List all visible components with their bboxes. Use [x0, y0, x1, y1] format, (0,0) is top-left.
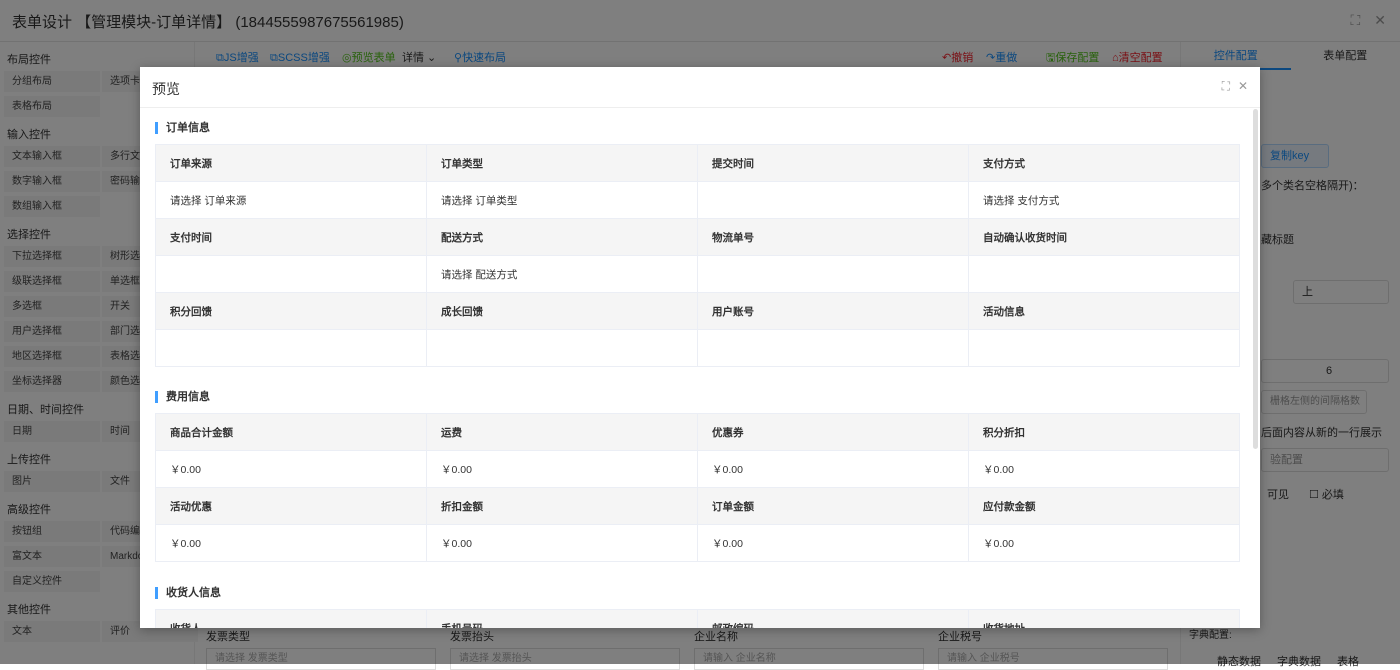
field-value[interactable]: [698, 256, 969, 293]
section-title: 费用信息: [155, 391, 210, 403]
field-label: 商品合计金额: [156, 414, 427, 451]
field-label: 订单类型: [427, 145, 698, 182]
field-label: 支付时间: [156, 219, 427, 256]
field-value[interactable]: [156, 256, 427, 293]
detail-table: 收货人手机号码邮政编码收货地址: [155, 609, 1240, 628]
field-value[interactable]: [698, 182, 969, 219]
field-value[interactable]: [698, 330, 969, 367]
field-value[interactable]: [427, 330, 698, 367]
field-value[interactable]: [969, 256, 1240, 293]
field-value[interactable]: ￥0.00: [427, 525, 698, 562]
field-label: 订单金额: [698, 488, 969, 525]
field-label: 折扣金额: [427, 488, 698, 525]
field-label: 自动确认收货时间: [969, 219, 1240, 256]
field-value[interactable]: 请选择 订单来源: [156, 182, 427, 219]
section-title: 订单信息: [155, 122, 210, 134]
scrollbar[interactable]: [1253, 109, 1258, 449]
dialog-body: 订单信息订单来源订单类型提交时间支付方式请选择 订单来源请选择 订单类型请选择 …: [140, 108, 1252, 628]
field-label: 收货地址: [969, 610, 1240, 629]
field-label: 活动优惠: [156, 488, 427, 525]
field-value[interactable]: 请选择 配送方式: [427, 256, 698, 293]
field-label: 用户账号: [698, 293, 969, 330]
field-value[interactable]: ￥0.00: [969, 451, 1240, 488]
field-label: 支付方式: [969, 145, 1240, 182]
field-label: 订单来源: [156, 145, 427, 182]
field-label: 手机号码: [427, 610, 698, 629]
field-value[interactable]: 请选择 订单类型: [427, 182, 698, 219]
field-value[interactable]: ￥0.00: [156, 525, 427, 562]
preview-dialog: 预览 ⛶ ✕ 订单信息订单来源订单类型提交时间支付方式请选择 订单来源请选择 订…: [140, 67, 1260, 628]
field-label: 积分回馈: [156, 293, 427, 330]
field-value[interactable]: ￥0.00: [698, 451, 969, 488]
dialog-title: 预览: [152, 79, 180, 99]
maximize-icon[interactable]: ⛶: [1222, 79, 1230, 94]
field-label: 积分折扣: [969, 414, 1240, 451]
field-label: 提交时间: [698, 145, 969, 182]
field-value[interactable]: [156, 330, 427, 367]
detail-table: 订单来源订单类型提交时间支付方式请选择 订单来源请选择 订单类型 请选择 支付方式…: [155, 144, 1240, 367]
field-label: 应付款金额: [969, 488, 1240, 525]
close-icon[interactable]: ✕: [1238, 79, 1248, 93]
field-label: 成长回馈: [427, 293, 698, 330]
field-label: 优惠券: [698, 414, 969, 451]
field-value[interactable]: ￥0.00: [969, 525, 1240, 562]
field-label: 活动信息: [969, 293, 1240, 330]
field-value[interactable]: ￥0.00: [427, 451, 698, 488]
field-label: 收货人: [156, 610, 427, 629]
detail-table: 商品合计金额运费优惠券积分折扣￥0.00￥0.00￥0.00￥0.00活动优惠折…: [155, 413, 1240, 562]
field-value[interactable]: ￥0.00: [698, 525, 969, 562]
field-label: 物流单号: [698, 219, 969, 256]
field-value[interactable]: [969, 330, 1240, 367]
field-value[interactable]: ￥0.00: [156, 451, 427, 488]
section-title: 收货人信息: [155, 587, 221, 599]
field-label: 邮政编码: [698, 610, 969, 629]
field-label: 配送方式: [427, 219, 698, 256]
field-label: 运费: [427, 414, 698, 451]
field-value[interactable]: 请选择 支付方式: [969, 182, 1240, 219]
